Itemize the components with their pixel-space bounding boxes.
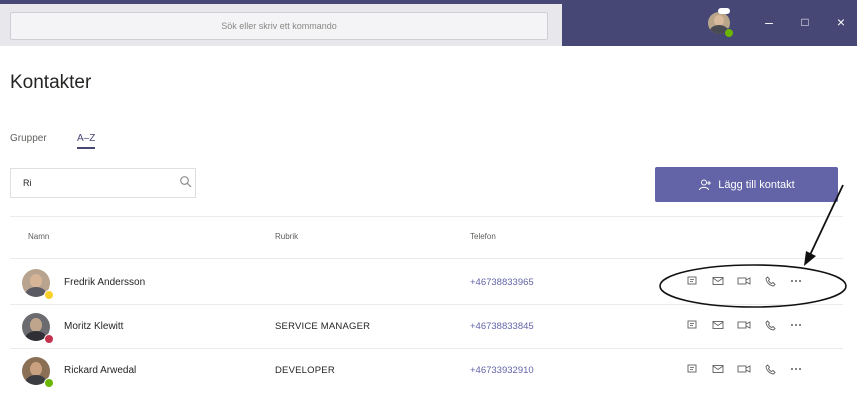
annotation-arrowhead xyxy=(804,251,816,266)
presence-status-icon xyxy=(44,378,54,388)
annotation-arrow xyxy=(809,184,844,256)
annotation-ellipse xyxy=(659,264,847,308)
annotation-overlay xyxy=(659,184,847,308)
